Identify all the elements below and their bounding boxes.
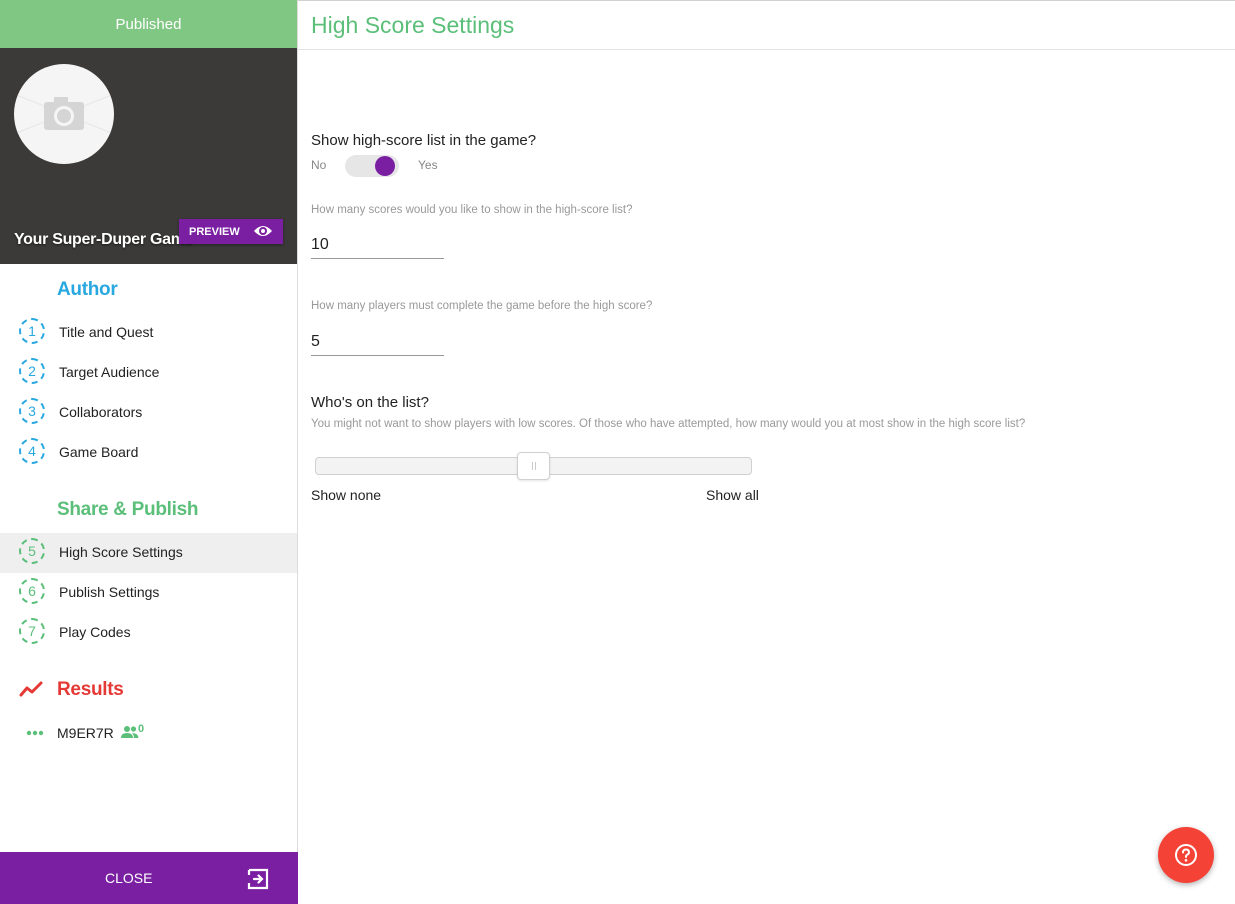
sidebar-item-title-and-quest[interactable]: 1 Title and Quest <box>0 313 297 353</box>
toggle-on-label: Yes <box>418 158 438 172</box>
sidebar-item-label: High Score Settings <box>59 544 183 560</box>
whos-on-list-heading: Who's on the list? <box>311 394 429 411</box>
exit-icon <box>247 868 269 890</box>
whos-on-list-help: You might not want to show players with … <box>311 418 1026 430</box>
show-list-toggle[interactable] <box>345 153 399 179</box>
sidebar-item-label: Target Audience <box>59 364 160 380</box>
camera-icon <box>14 93 114 135</box>
sidebar-item-target-audience[interactable]: 2 Target Audience <box>0 353 297 393</box>
close-button[interactable]: CLOSE <box>0 852 298 904</box>
min-players-input[interactable] <box>311 329 444 356</box>
toggle-off-label: No <box>311 158 327 172</box>
show-list-question: Show high-score list in the game? <box>311 132 537 149</box>
slider-handle[interactable] <box>517 452 550 480</box>
slider-min-label: Show none <box>311 487 382 503</box>
title-divider <box>298 49 1235 50</box>
sidebar: Published Your Super-Duper Game PREVIEW … <box>0 0 298 904</box>
sidebar-item-label: Game Board <box>59 444 139 460</box>
play-code-label: M9ER7R <box>57 725 114 741</box>
sidebar-item-collaborators[interactable]: 3 Collaborators <box>0 393 297 433</box>
player-count: 0 <box>138 723 145 735</box>
close-label: CLOSE <box>105 870 153 886</box>
step-number: 7 <box>19 618 45 644</box>
help-button[interactable] <box>1158 827 1214 883</box>
preview-label: PREVIEW <box>189 225 240 238</box>
sidebar-item-label: Play Codes <box>59 624 131 640</box>
sidebar-item-play-codes[interactable]: 7 Play Codes <box>0 613 297 653</box>
slider-max-label: Show all <box>706 487 759 503</box>
step-number: 2 <box>19 358 45 384</box>
sidebar-item-game-board[interactable]: 4 Game Board <box>0 433 297 473</box>
sidebar-item-label: Publish Settings <box>59 584 160 600</box>
step-number: 5 <box>19 538 45 564</box>
published-status-label: Published <box>115 15 182 33</box>
top-border <box>298 0 1235 1</box>
sidebar-item-label: Collaborators <box>59 404 143 420</box>
preview-button[interactable]: PREVIEW <box>179 219 283 244</box>
scores-count-label: How many scores would you like to show i… <box>311 204 633 216</box>
sidebar-item-high-score-settings[interactable]: 5 High Score Settings <box>0 533 297 573</box>
author-section-title: Author <box>57 279 118 300</box>
sidebar-item-label: Title and Quest <box>59 324 154 340</box>
min-players-label: How many players must complete the game … <box>311 300 653 312</box>
step-number: 6 <box>19 578 45 604</box>
list-size-slider[interactable] <box>315 452 752 480</box>
step-number: 1 <box>19 318 45 344</box>
results-section-title: Results <box>57 679 124 700</box>
toggle-thumb <box>375 156 395 176</box>
published-status-bar: Published <box>0 0 297 48</box>
sidebar-item-publish-settings[interactable]: 6 Publish Settings <box>0 573 297 613</box>
trend-icon <box>19 681 43 697</box>
step-number: 3 <box>19 398 45 424</box>
play-code-row[interactable]: M9ER7R 0 <box>26 722 166 744</box>
people-icon <box>121 726 139 738</box>
help-icon <box>1175 844 1197 866</box>
page-title: High Score Settings <box>311 12 515 38</box>
dots-icon <box>26 730 44 736</box>
step-number: 4 <box>19 438 45 464</box>
game-thumbnail[interactable] <box>14 64 114 164</box>
scores-count-input[interactable] <box>311 232 444 259</box>
eye-icon <box>254 226 272 236</box>
game-title: Your Super-Duper Game <box>14 231 194 248</box>
share-publish-section-title: Share & Publish <box>57 499 199 520</box>
